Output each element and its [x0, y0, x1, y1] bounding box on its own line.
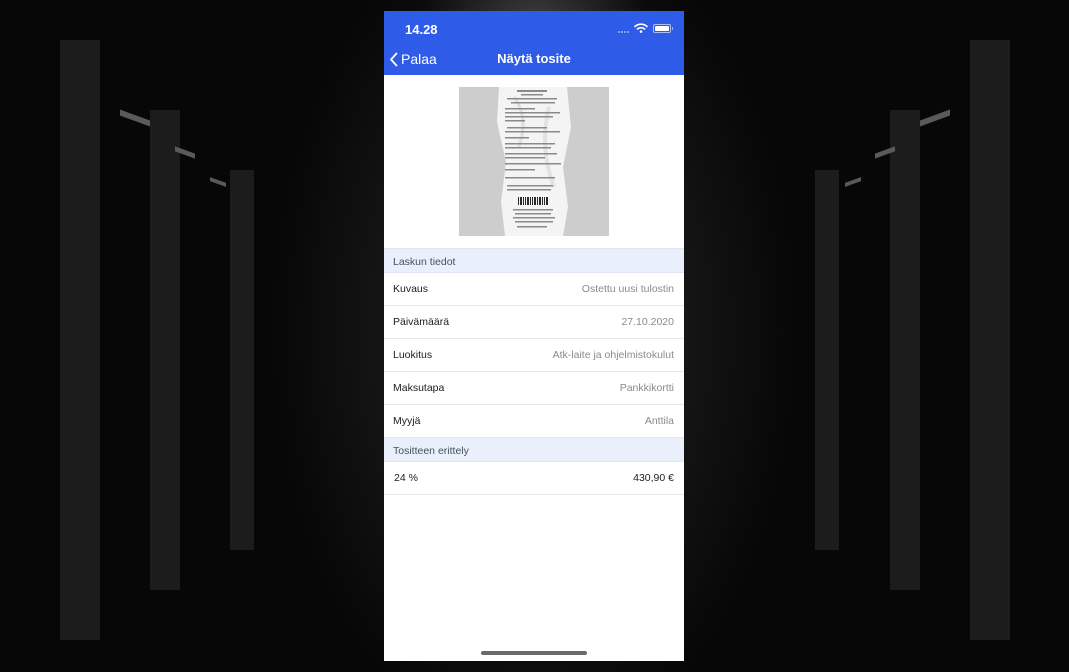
back-button-label: Palaa: [401, 51, 437, 67]
receipt-image: [459, 87, 609, 236]
detail-value: Atk-laite ja ohjelmistokulut: [552, 349, 674, 361]
status-icons: [618, 23, 673, 33]
chevron-left-icon: [390, 52, 398, 66]
detail-row-description: Kuvaus Ostettu uusi tulostin: [384, 273, 684, 306]
detail-label: Kuvaus: [393, 283, 429, 295]
battery-icon: [653, 23, 673, 33]
home-indicator[interactable]: [481, 651, 587, 655]
wifi-icon: [634, 23, 648, 33]
receipt-photo[interactable]: [459, 87, 609, 236]
detail-value: Pankkikortti: [619, 382, 674, 394]
cellular-signal-icon: [618, 24, 629, 33]
detail-label: Myyjä: [393, 415, 421, 427]
detail-label: Päivämäärä: [393, 316, 450, 328]
phone-screen: 14.28 Näytä tosite Palaa Laskun tiedot K…: [384, 11, 684, 661]
detail-row-category: Luokitus Atk-laite ja ohjelmistokulut: [384, 339, 684, 372]
back-button[interactable]: Palaa: [389, 51, 437, 67]
section-header-breakdown: Tositteen erittely: [384, 437, 684, 462]
status-time: 14.28: [405, 22, 438, 37]
nav-header: 14.28 Näytä tosite Palaa: [384, 11, 684, 75]
receipt-image-area: [384, 75, 684, 248]
detail-row-payment-method: Maksutapa Pankkikortti: [384, 372, 684, 405]
detail-row-date: Päivämäärä 27.10.2020: [384, 306, 684, 339]
breakdown-row[interactable]: 24 % 430,90 €: [384, 462, 684, 495]
amount: 430,90 €: [633, 472, 674, 484]
detail-value: Ostettu uusi tulostin: [581, 283, 674, 295]
detail-row-seller: Myyjä Anttila: [384, 405, 684, 438]
detail-value: Anttila: [644, 415, 674, 427]
section-header-invoice-details: Laskun tiedot: [384, 248, 684, 273]
vat-rate: 24 %: [394, 472, 418, 484]
detail-value: 27.10.2020: [621, 316, 674, 328]
detail-label: Luokitus: [393, 349, 433, 361]
detail-label: Maksutapa: [393, 382, 445, 394]
